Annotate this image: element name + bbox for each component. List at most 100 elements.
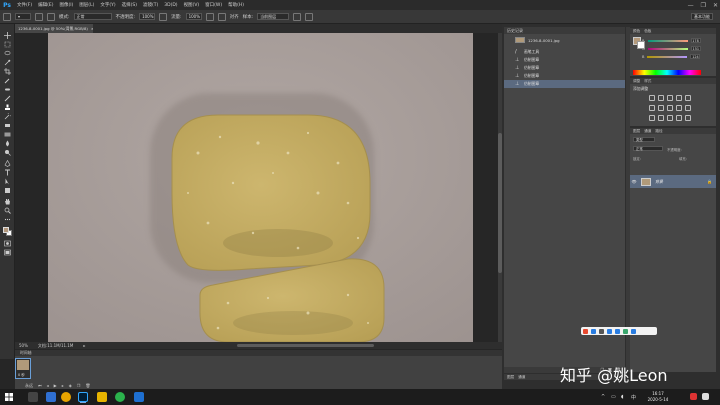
posterize-icon[interactable] [658, 115, 664, 121]
color-balance-icon[interactable] [658, 105, 664, 111]
history-item[interactable]: ⊥ 仿制图章 [504, 56, 625, 64]
history-item[interactable]: / 画笔工具 [504, 48, 625, 56]
frame-delay[interactable]: 0 秒 [18, 372, 25, 377]
airbrush-icon[interactable] [205, 12, 214, 21]
tray-arrow-icon[interactable]: ^ [601, 394, 605, 400]
channel-mixer-icon[interactable] [685, 105, 691, 111]
healing-brush-tool-icon[interactable] [4, 86, 11, 93]
quick-mask-icon[interactable] [4, 240, 11, 247]
wechat-icon[interactable] [115, 392, 125, 402]
menu-image[interactable]: 图像(I) [56, 2, 76, 8]
zoom-level[interactable]: 50% [19, 343, 28, 348]
tab-color[interactable]: 颜色 [633, 29, 640, 34]
green-slider[interactable]: G 151 [642, 46, 714, 51]
tab-styles[interactable]: 样式 [644, 79, 651, 84]
tab-swatches[interactable]: 色板 [644, 29, 651, 34]
ime-indicator-icon[interactable]: 中 [631, 394, 636, 401]
path-select-tool-icon[interactable] [4, 178, 11, 185]
color-swatches[interactable] [3, 227, 12, 236]
menu-filter[interactable]: 滤镜(T) [140, 2, 161, 8]
opacity-input[interactable]: 100% [139, 13, 156, 20]
history-brush-tool-icon[interactable] [4, 111, 13, 120]
move-tool-icon[interactable] [4, 32, 11, 39]
black-white-icon[interactable] [667, 105, 673, 111]
history-item-selected[interactable]: ⊥ 仿制图章 [504, 80, 625, 88]
action-center-icon[interactable] [702, 393, 709, 400]
stamp-tool-preset-icon[interactable] [3, 12, 11, 21]
menu-layer[interactable]: 图层(L) [76, 2, 97, 8]
workspace-select[interactable]: 基本功能 [691, 13, 713, 20]
selective-color-icon[interactable] [685, 115, 691, 121]
close-button[interactable]: ✕ [713, 2, 718, 9]
foreground-swatch[interactable] [3, 227, 9, 233]
shape-tool-icon[interactable] [4, 187, 11, 194]
green-value[interactable]: 151 [690, 46, 701, 51]
dodge-tool-icon[interactable] [4, 149, 11, 156]
brush-panel-icon[interactable] [35, 12, 43, 21]
ime-skin-icon[interactable] [623, 328, 628, 334]
history-item[interactable]: ⊥ 仿制图章 [504, 72, 625, 80]
tween-icon[interactable]: ◈ [69, 383, 72, 388]
color-panel-background[interactable] [637, 41, 645, 49]
tab-layers-lower[interactable]: 图层 [507, 375, 514, 380]
blur-tool-icon[interactable] [4, 140, 11, 147]
menu-edit[interactable]: 编辑(E) [35, 2, 56, 8]
screen-mode-icon[interactable] [4, 249, 11, 256]
ime-voice-icon[interactable] [607, 328, 612, 334]
photoshop-task-icon[interactable] [78, 392, 88, 403]
threshold-icon[interactable] [667, 115, 673, 121]
pen-tool-icon[interactable] [4, 159, 11, 167]
more-tools-icon[interactable] [4, 216, 11, 223]
levels-icon[interactable] [658, 95, 664, 101]
minimize-button[interactable]: — [688, 2, 694, 9]
menu-view[interactable]: 视图(V) [181, 2, 203, 8]
ime-punct-icon[interactable] [599, 328, 604, 334]
tab-channels[interactable]: 通道 [644, 129, 651, 134]
hand-tool-icon[interactable] [4, 198, 11, 205]
clone-source-icon[interactable] [47, 12, 55, 21]
sample-select[interactable]: 当前图层 [257, 13, 290, 20]
layer-name[interactable]: 背景 [655, 179, 663, 185]
loop-select[interactable]: 永远 [25, 383, 33, 389]
type-tool-icon[interactable] [4, 169, 11, 176]
history-snapshot[interactable]: 1236-8-0001.jpg [504, 36, 625, 44]
red-slider[interactable]: R 178 [642, 38, 714, 43]
document-canvas[interactable] [48, 33, 473, 342]
layer-row-background[interactable]: 👁 背景 🔒 [630, 175, 716, 188]
ignore-adjustment-icon[interactable] [293, 12, 302, 21]
brush-size-picker[interactable]: ▾ [15, 13, 31, 20]
file-explorer-icon[interactable] [97, 392, 107, 402]
menu-window[interactable]: 窗口(W) [202, 2, 225, 8]
blend-mode-select[interactable]: 正常 [633, 146, 663, 151]
sogou-logo-icon[interactable] [583, 328, 588, 334]
task-view-icon[interactable] [28, 392, 38, 402]
hue-saturation-icon[interactable] [649, 105, 655, 111]
invert-icon[interactable] [649, 115, 655, 121]
status-arrow-icon[interactable]: ▸ [83, 343, 85, 348]
tab-paths[interactable]: 路径 [655, 129, 662, 134]
delete-frame-icon[interactable]: 🗑 [85, 383, 90, 388]
red-value[interactable]: 178 [690, 38, 701, 43]
blue-slider[interactable]: B 124 [642, 54, 714, 59]
notification-badge-icon[interactable] [690, 393, 697, 400]
mode-select[interactable]: 正常 [73, 13, 112, 20]
app-icon[interactable] [134, 392, 144, 402]
marquee-tool-icon[interactable] [4, 41, 11, 48]
brush-tool-icon[interactable] [4, 95, 11, 102]
windows-start-icon[interactable] [4, 392, 14, 402]
vibrance-icon[interactable] [685, 95, 691, 101]
horizontal-scrollbar-thumb[interactable] [237, 344, 374, 347]
prev-frame-icon[interactable]: ◂ [47, 383, 49, 388]
volume-icon[interactable]: ◖ [621, 394, 624, 400]
play-icon[interactable]: ▶ [54, 383, 57, 388]
flow-input[interactable]: 100% [185, 13, 202, 20]
menu-file[interactable]: 文件(F) [14, 2, 35, 8]
ime-keyboard-icon[interactable] [615, 328, 620, 334]
menu-type[interactable]: 文字(Y) [97, 2, 118, 8]
ime-lang-icon[interactable] [591, 328, 596, 334]
lasso-tool-icon[interactable] [4, 50, 11, 57]
pressure-size-icon[interactable] [305, 12, 314, 21]
gradient-map-icon[interactable] [676, 115, 682, 121]
ie-icon[interactable] [46, 392, 56, 402]
next-frame-icon[interactable]: ▸ [62, 383, 64, 388]
